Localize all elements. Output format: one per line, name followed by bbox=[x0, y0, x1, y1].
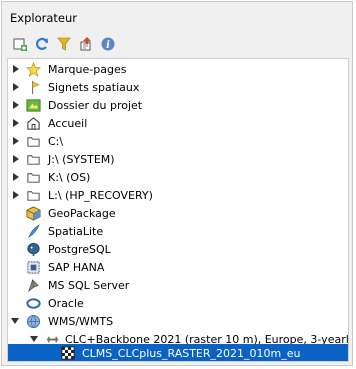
collapse-all-icon bbox=[80, 37, 91, 51]
tree-item-dossier-du-projet[interactable]: Dossier du projet bbox=[8, 96, 348, 114]
tree-item-label: C:\ bbox=[48, 134, 64, 148]
browser-tree[interactable]: Marque-pages Signets spatiaux Dossier du… bbox=[7, 58, 349, 362]
expand-arrow-icon[interactable] bbox=[12, 173, 20, 181]
tree-item-sap-hana[interactable]: SAP HANA bbox=[8, 258, 348, 276]
tree-item-label: Dossier du projet bbox=[48, 98, 143, 112]
tree-item-label: Signets spatiaux bbox=[48, 80, 140, 94]
tree-item-accueil[interactable]: Accueil bbox=[8, 114, 348, 132]
tree-item-marque-pages[interactable]: Marque-pages bbox=[8, 60, 348, 78]
tree-item-drive-j[interactable]: J:\ (SYSTEM) bbox=[8, 150, 348, 168]
tree-item-label: SAP HANA bbox=[48, 260, 105, 274]
collapse-arrow-icon[interactable] bbox=[30, 335, 38, 343]
tree-item-label: CLMS_CLCplus_RASTER_2021_010m_eu bbox=[82, 346, 301, 360]
add-selected-layers-icon bbox=[13, 38, 27, 51]
drive-icon bbox=[25, 151, 41, 167]
expand-arrow-icon[interactable] bbox=[12, 101, 20, 109]
geopackage-icon bbox=[25, 205, 41, 221]
raster-layer-icon bbox=[60, 345, 76, 361]
tree-item-label: L:\ (HP_RECOVERY) bbox=[48, 188, 153, 202]
add-selected-layers-button[interactable] bbox=[11, 35, 29, 53]
tree-item-drive-l[interactable]: L:\ (HP_RECOVERY) bbox=[8, 186, 348, 204]
svg-text:i: i bbox=[106, 40, 110, 51]
tree-item-drive-k[interactable]: K:\ (OS) bbox=[8, 168, 348, 186]
tree-item-label: WMS/WMTS bbox=[48, 314, 114, 328]
tree-item-label: MS SQL Server bbox=[48, 278, 130, 292]
panel-title: Explorateur bbox=[10, 11, 77, 25]
postgresql-icon bbox=[25, 241, 41, 257]
tree-item-wms-wmts[interactable]: WMS/WMTS bbox=[8, 312, 348, 330]
collapse-arrow-icon[interactable] bbox=[11, 317, 19, 325]
spatial-bookmark-icon bbox=[25, 79, 41, 95]
expand-arrow-icon[interactable] bbox=[12, 191, 20, 199]
tree-item-postgresql[interactable]: PostgreSQL bbox=[8, 240, 348, 258]
filter-icon bbox=[57, 37, 71, 51]
browser-panel: Explorateur i Marque-pages Signets spati… bbox=[1, 1, 353, 366]
wms-globe-icon bbox=[25, 313, 41, 329]
oracle-icon bbox=[25, 295, 41, 311]
tree-item-signets-spatiaux[interactable]: Signets spatiaux bbox=[8, 78, 348, 96]
refresh-button[interactable] bbox=[33, 35, 51, 53]
tree-item-clms-raster-layer[interactable]: CLMS_CLCplus_RASTER_2021_010m_eu bbox=[8, 344, 348, 361]
home-icon bbox=[25, 115, 41, 131]
refresh-icon bbox=[35, 37, 49, 50]
expand-arrow-icon[interactable] bbox=[12, 65, 20, 73]
tree-item-mssql[interactable]: MS SQL Server bbox=[8, 276, 348, 294]
tree-item-spatialite[interactable]: SpatiaLite bbox=[8, 222, 348, 240]
tree-item-oracle[interactable]: Oracle bbox=[8, 294, 348, 312]
drive-icon bbox=[25, 169, 41, 185]
sap-hana-icon bbox=[25, 259, 41, 275]
collapse-all-button[interactable] bbox=[77, 35, 95, 53]
tree-item-label: Oracle bbox=[48, 296, 84, 310]
tree-item-geopackage[interactable]: GeoPackage bbox=[8, 204, 348, 222]
expand-arrow-icon[interactable] bbox=[12, 83, 20, 91]
browser-toolbar: i bbox=[11, 35, 117, 53]
tree-item-label: SpatiaLite bbox=[48, 224, 104, 238]
expand-arrow-icon[interactable] bbox=[12, 155, 20, 163]
project-folder-icon bbox=[25, 97, 41, 113]
properties-button[interactable]: i bbox=[99, 35, 117, 53]
tree-item-label: K:\ (OS) bbox=[48, 170, 91, 184]
spatialite-icon bbox=[25, 223, 41, 239]
tree-item-label: Accueil bbox=[48, 116, 88, 130]
tree-item-drive-c[interactable]: C:\ bbox=[8, 132, 348, 150]
drive-icon bbox=[25, 133, 41, 149]
expand-arrow-icon[interactable] bbox=[12, 137, 20, 145]
tree-item-label: PostgreSQL bbox=[48, 242, 111, 256]
tree-item-label: J:\ (SYSTEM) bbox=[48, 152, 115, 166]
mssql-icon bbox=[25, 277, 41, 293]
star-icon bbox=[25, 61, 41, 77]
filter-button[interactable] bbox=[55, 35, 73, 53]
tree-item-label: Marque-pages bbox=[48, 62, 127, 76]
properties-info-icon: i bbox=[101, 37, 115, 51]
tree-item-label: GeoPackage bbox=[48, 206, 116, 220]
drive-icon bbox=[25, 187, 41, 203]
expand-arrow-icon[interactable] bbox=[12, 119, 20, 127]
